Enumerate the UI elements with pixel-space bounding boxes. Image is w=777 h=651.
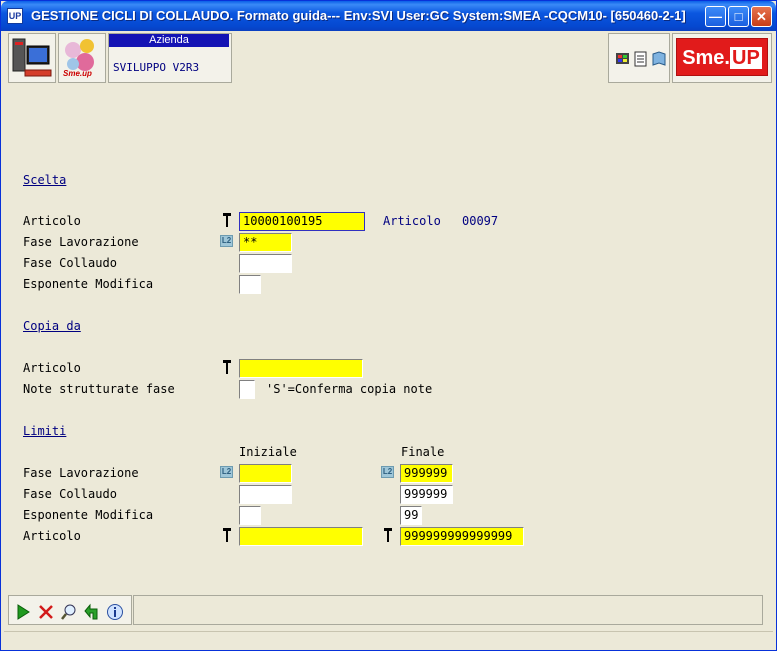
smeup-logo-button[interactable]: Sme.up: [58, 33, 106, 83]
section-copia-da: Copia da: [23, 319, 81, 333]
articolo-field[interactable]: 10000100195: [239, 212, 365, 231]
palette-icon[interactable]: [615, 51, 631, 67]
note-strutturate-field[interactable]: [239, 380, 255, 399]
fase-collaudo-field[interactable]: [239, 254, 292, 273]
pin-icon: [223, 528, 231, 542]
search-button[interactable]: [59, 602, 77, 620]
action-bar: [4, 591, 773, 631]
articolo-finale-field[interactable]: 999999999999999: [400, 527, 524, 546]
app-window: UP GESTIONE CICLI DI COLLAUDO. Formato g…: [0, 0, 777, 651]
articolo-info-value: 00097: [462, 214, 499, 228]
copia-articolo-label: Articolo: [23, 361, 81, 375]
smeup-logo-text: Sme.up: [63, 69, 92, 78]
note-strutturate-label: Note strutturate fase: [23, 382, 175, 396]
cancel-button[interactable]: [36, 602, 54, 620]
close-button[interactable]: ✕: [751, 6, 772, 27]
limiti-fase-collaudo-label: Fase Collaudo: [23, 487, 117, 501]
fase-collaudo-label: Fase Collaudo: [23, 256, 117, 270]
notes-icon[interactable]: [633, 51, 649, 67]
search-icon: [61, 604, 76, 620]
maximize-button[interactable]: □: [728, 6, 749, 27]
l2-icon: L2: [220, 466, 233, 478]
azienda-label: Azienda: [109, 34, 229, 47]
column-finale: Finale: [401, 445, 445, 459]
status-bar: [4, 631, 773, 649]
esponente-finale-field[interactable]: 99: [400, 506, 422, 525]
azienda-value: SVILUPPO V2R3: [113, 61, 200, 74]
note-strutturate-hint: 'S'=Conferma copia note: [266, 382, 433, 396]
smeup-brand-logo: Sme. UP: [676, 38, 768, 76]
pin-icon: [223, 213, 231, 227]
limiti-fase-lavorazione-label: Fase Lavorazione: [23, 466, 139, 480]
close-icon: ✕: [756, 9, 767, 24]
return-arrow-icon: [84, 603, 98, 620]
limiti-articolo-label: Articolo: [23, 529, 81, 543]
app-icon: UP: [7, 8, 23, 24]
form-area: Scelta Articolo 10000100195 Articolo 000…: [4, 85, 773, 590]
pin-icon: [384, 528, 392, 542]
l2-icon: L2: [220, 235, 233, 247]
computer-icon-button[interactable]: [8, 33, 56, 83]
pin-icon: [223, 360, 231, 374]
header-toolbar: Sme.up Azienda SVILUPPO V2R3 Sme. UP: [4, 31, 773, 84]
window-title: GESTIONE CICLI DI COLLAUDO. Formato guid…: [31, 8, 686, 23]
esponente-modifica-field[interactable]: [239, 275, 261, 294]
minimize-icon: —: [709, 9, 722, 24]
action-buttons: [8, 595, 132, 625]
close-x-icon: [39, 605, 53, 619]
fase-lavorazione-iniziale-field[interactable]: [239, 464, 292, 483]
play-icon: [17, 604, 30, 620]
section-scelta: Scelta: [23, 173, 67, 187]
section-limiti: Limiti: [23, 424, 67, 438]
confirm-button[interactable]: [13, 602, 31, 620]
title-bar[interactable]: UP GESTIONE CICLI DI COLLAUDO. Formato g…: [1, 1, 776, 31]
articolo-label: Articolo: [23, 214, 81, 228]
l2-icon: L2: [381, 466, 394, 478]
esponente-iniziale-field[interactable]: [239, 506, 261, 525]
limiti-esponente-label: Esponente Modifica: [23, 508, 154, 522]
fase-lavorazione-field[interactable]: **: [239, 233, 292, 252]
info-icon: [107, 604, 123, 620]
azienda-box: Azienda SVILUPPO V2R3: [108, 33, 232, 83]
fase-lavorazione-label: Fase Lavorazione: [23, 235, 139, 249]
maximize-icon: □: [734, 9, 743, 24]
tools-box: [608, 33, 670, 83]
computer-icon: [12, 38, 52, 77]
fase-collaudo-iniziale-field[interactable]: [239, 485, 292, 504]
articolo-info-label: Articolo: [383, 214, 441, 228]
help-book-icon[interactable]: [651, 51, 667, 67]
column-iniziale: Iniziale: [239, 445, 297, 459]
esponente-modifica-label: Esponente Modifica: [23, 277, 154, 291]
message-area: [133, 595, 763, 625]
back-button[interactable]: [82, 602, 100, 620]
fase-lavorazione-finale-field[interactable]: 999999: [400, 464, 453, 483]
copia-articolo-field[interactable]: [239, 359, 363, 378]
articolo-iniziale-field[interactable]: [239, 527, 363, 546]
fase-collaudo-finale-field[interactable]: 999999: [400, 485, 453, 504]
minimize-button[interactable]: —: [705, 6, 726, 27]
info-button[interactable]: [105, 602, 123, 620]
brand-box: Sme. UP: [672, 33, 772, 83]
